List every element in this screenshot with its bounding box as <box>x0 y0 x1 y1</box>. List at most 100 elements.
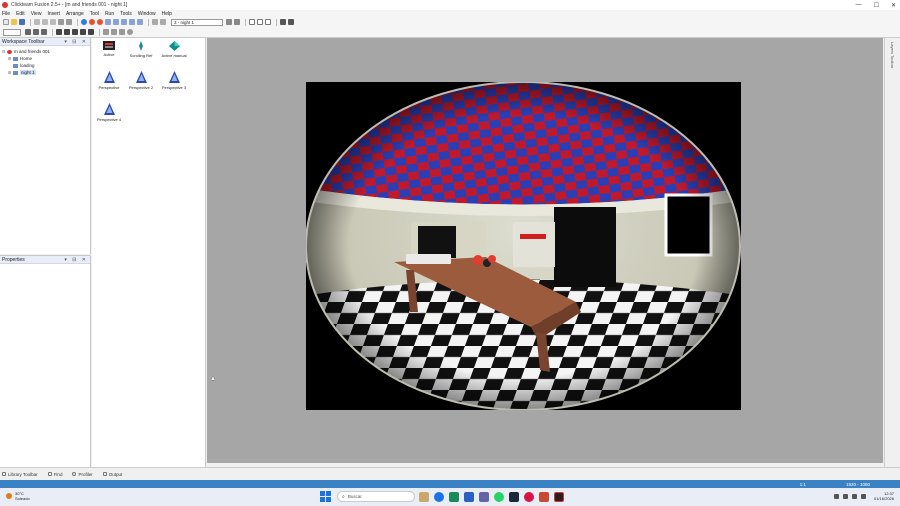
align-center-icon[interactable] <box>80 29 86 35</box>
tab-label: Library Toolbar <box>8 471 38 477</box>
tree-item-frame-night-1[interactable]: ⊞ night 1 <box>2 69 88 76</box>
library-item-active-manual[interactable]: Active manual <box>157 41 191 58</box>
menu-file[interactable]: File <box>2 11 10 17</box>
layers-collapsed-strip[interactable]: Layers Toolbar <box>884 38 900 467</box>
undo-icon[interactable] <box>58 19 64 25</box>
copy-icon[interactable] <box>42 19 48 25</box>
save-icon[interactable] <box>19 19 25 25</box>
align-left-icon[interactable] <box>72 29 78 35</box>
arrange-icon[interactable] <box>119 29 125 35</box>
bold-icon[interactable] <box>56 29 62 35</box>
menu-insert[interactable]: Insert <box>47 11 60 17</box>
storyboard-icon[interactable] <box>105 19 111 25</box>
tree-item-application[interactable]: ⊟ m and friends 001 <box>2 48 88 55</box>
edge-browser-icon[interactable] <box>434 491 444 502</box>
tree-item-frame-loading[interactable]: loading <box>2 62 88 69</box>
frame-select[interactable]: 3 - night 1 <box>171 18 223 26</box>
taskbar-search[interactable]: ⌕ Buscar <box>337 491 415 502</box>
frame-editor-viewport[interactable] <box>207 38 883 463</box>
start-button[interactable] <box>320 491 331 502</box>
arrange-icon[interactable] <box>111 29 117 35</box>
data-elements-icon[interactable] <box>137 19 143 25</box>
arrange-icon[interactable] <box>103 29 109 35</box>
new-file-icon[interactable] <box>3 19 9 25</box>
layer-icon[interactable] <box>249 19 255 25</box>
menu-help[interactable]: Help <box>162 11 172 17</box>
fill-icon[interactable] <box>33 29 39 35</box>
volume-icon[interactable] <box>851 493 857 499</box>
battery-icon[interactable] <box>860 493 866 499</box>
next-frame-icon[interactable] <box>234 19 240 25</box>
font-size-select[interactable] <box>3 28 21 36</box>
system-clock[interactable]: 12:37 01/16/2026 <box>874 491 894 501</box>
tab-output[interactable]: Output <box>102 472 122 477</box>
italic-icon[interactable] <box>64 29 70 35</box>
tree-item-frame-home[interactable]: ⊞ Home <box>2 55 88 62</box>
steam-icon[interactable] <box>509 491 519 502</box>
collapsed-panel-tab[interactable]: Layers Toolbar <box>890 42 895 68</box>
minimize-button[interactable]: — <box>856 2 862 8</box>
library-item-perspective-4[interactable]: Perspective 4 <box>92 103 126 122</box>
menu-edit[interactable]: Edit <box>16 11 25 17</box>
menu-window[interactable]: Window <box>138 11 156 17</box>
library-item-perspective[interactable]: Perspective <box>92 71 126 90</box>
library-item-active[interactable]: Active <box>92 41 126 57</box>
library-item-perspective-3[interactable]: Perspective 3 <box>157 71 191 90</box>
properties-title: Properties <box>2 256 25 263</box>
help-icon[interactable] <box>81 19 87 25</box>
open-folder-icon[interactable] <box>11 19 17 25</box>
panel-buttons[interactable]: ▾ ⊟ ✕ <box>64 39 88 45</box>
library-item-label: Perspective 3 <box>161 85 187 90</box>
app-icon[interactable] <box>524 491 534 502</box>
menu-arrange[interactable]: Arrange <box>66 11 84 17</box>
menu-view[interactable]: View <box>31 11 42 17</box>
tab-label: Profiler <box>78 471 93 477</box>
teams-icon[interactable] <box>479 491 489 502</box>
previous-frame-icon[interactable] <box>226 19 232 25</box>
align-icon[interactable] <box>280 19 286 25</box>
library-item-perspective-2[interactable]: Perspective 2 <box>124 71 158 90</box>
search-icon[interactable] <box>127 29 133 35</box>
mail-icon[interactable] <box>464 491 474 502</box>
clickteam-fusion-icon[interactable] <box>554 491 564 502</box>
paint-icon[interactable] <box>25 29 31 35</box>
library-item-scrolling-ref[interactable]: Scrolling Ref <box>124 41 158 58</box>
tab-find[interactable]: Find <box>47 472 62 477</box>
align-right-icon[interactable] <box>88 29 94 35</box>
tab-profiler[interactable]: Profiler <box>72 471 93 477</box>
text-icon[interactable] <box>41 29 47 35</box>
menu-tool[interactable]: Tool <box>90 11 99 17</box>
cut-icon[interactable] <box>34 19 40 25</box>
menu-run[interactable]: Run <box>105 11 114 17</box>
status-bar: 1:1 1920 - 1080 <box>0 480 900 488</box>
maximize-button[interactable]: ☐ <box>874 2 879 9</box>
library-item-label: Scrolling Ref <box>129 53 153 58</box>
application-icon <box>7 49 12 54</box>
paste-icon[interactable] <box>50 19 56 25</box>
zoom-icon[interactable] <box>160 19 166 25</box>
active-object-icon <box>103 41 115 50</box>
perspective-object-icon <box>103 103 115 115</box>
grid-icon[interactable] <box>152 19 158 25</box>
redo-icon[interactable] <box>66 19 72 25</box>
chevron-up-icon[interactable] <box>833 493 839 499</box>
frame-canvas[interactable] <box>306 82 741 410</box>
file-explorer-icon[interactable] <box>419 491 429 502</box>
text-tool-icon[interactable] <box>288 19 294 25</box>
event-list-icon[interactable] <box>129 19 135 25</box>
whatsapp-icon[interactable] <box>494 491 504 502</box>
menu-tools[interactable]: Tools <box>120 11 132 17</box>
layer-icon[interactable] <box>265 19 271 25</box>
tab-library-toolbar[interactable]: Library Toolbar <box>2 472 38 477</box>
frame-editor-icon[interactable] <box>113 19 119 25</box>
close-button[interactable]: ✕ <box>891 2 896 9</box>
layer-icon[interactable] <box>257 19 263 25</box>
store-icon[interactable] <box>449 491 459 502</box>
panel-buttons[interactable]: ▾ ⊟ ✕ <box>64 257 88 263</box>
event-editor-icon[interactable] <box>121 19 127 25</box>
run-frame-icon[interactable] <box>97 19 103 25</box>
weather-widget[interactable]: 30°C Soleado <box>6 491 30 501</box>
run-application-icon[interactable] <box>89 19 95 25</box>
network-icon[interactable] <box>842 493 848 499</box>
app-icon[interactable] <box>539 491 549 502</box>
